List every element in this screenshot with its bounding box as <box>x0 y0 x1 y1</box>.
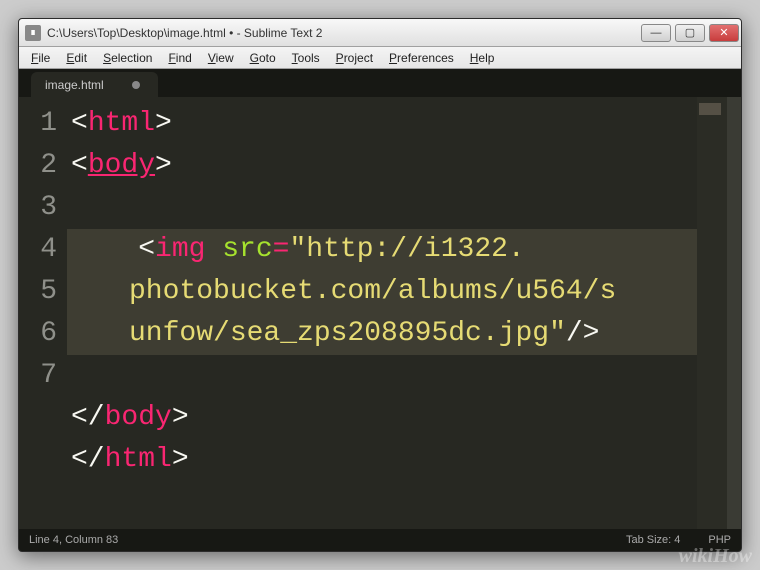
code-line: </body> <box>71 397 697 439</box>
cursor-position[interactable]: Line 4, Column 83 <box>29 534 118 546</box>
code-line: <body> <box>71 145 697 187</box>
tab-label: image.html <box>45 78 104 92</box>
tab-image-html[interactable]: image.html <box>31 72 158 97</box>
maximize-button[interactable]: ▢ <box>675 24 705 42</box>
code-line: <img src="http://i1322. <box>71 229 697 271</box>
code-line <box>71 187 697 229</box>
line-number: 7 <box>19 355 57 397</box>
tabbar: image.html <box>19 69 741 97</box>
code-line: </html> <box>71 439 697 481</box>
menu-view[interactable]: View <box>200 49 242 67</box>
menu-goto[interactable]: Goto <box>242 49 284 67</box>
line-number: 4 <box>19 229 57 271</box>
line-number: 1 <box>19 103 57 145</box>
titlebar[interactable]: ∎ C:\Users\Top\Desktop\image.html • - Su… <box>19 19 741 47</box>
editor[interactable]: 1 2 3 4 5 6 7 <html> <body> <img src="ht… <box>19 97 741 529</box>
vertical-scrollbar[interactable] <box>727 97 741 529</box>
line-gutter: 1 2 3 4 5 6 7 <box>19 97 67 529</box>
menubar: File Edit Selection Find View Goto Tools… <box>19 47 741 69</box>
watermark: wikiHow <box>679 545 752 568</box>
statusbar: Line 4, Column 83 Tab Size: 4 PHP <box>19 529 741 551</box>
window-controls: — ▢ ✕ <box>639 24 741 42</box>
close-button[interactable]: ✕ <box>709 24 739 42</box>
window-title: C:\Users\Top\Desktop\image.html • - Subl… <box>47 26 639 40</box>
minimize-button[interactable]: — <box>641 24 671 42</box>
tab-size[interactable]: Tab Size: 4 <box>626 534 680 546</box>
menu-project[interactable]: Project <box>328 49 381 67</box>
app-window: ∎ C:\Users\Top\Desktop\image.html • - Su… <box>18 18 742 552</box>
line-number: 5 <box>19 271 57 313</box>
menu-tools[interactable]: Tools <box>284 49 328 67</box>
line-number: 2 <box>19 145 57 187</box>
code-line: <html> <box>71 103 697 145</box>
menu-edit[interactable]: Edit <box>58 49 95 67</box>
line-number: 6 <box>19 313 57 355</box>
minimap-content <box>699 103 721 115</box>
menu-selection[interactable]: Selection <box>95 49 160 67</box>
menu-file[interactable]: File <box>23 49 58 67</box>
minimap[interactable] <box>697 97 727 529</box>
code-line: photobucket.com/albums/u564/s <box>71 271 697 313</box>
menu-preferences[interactable]: Preferences <box>381 49 462 67</box>
code-line: unfow/sea_zps208895dc.jpg"/> <box>71 313 697 355</box>
menu-find[interactable]: Find <box>160 49 199 67</box>
code-area[interactable]: <html> <body> <img src="http://i1322. ph… <box>67 97 697 529</box>
dirty-indicator-icon <box>132 81 140 89</box>
line-number: 3 <box>19 187 57 229</box>
app-icon: ∎ <box>25 25 41 41</box>
code-line <box>71 355 697 397</box>
menu-help[interactable]: Help <box>462 49 503 67</box>
